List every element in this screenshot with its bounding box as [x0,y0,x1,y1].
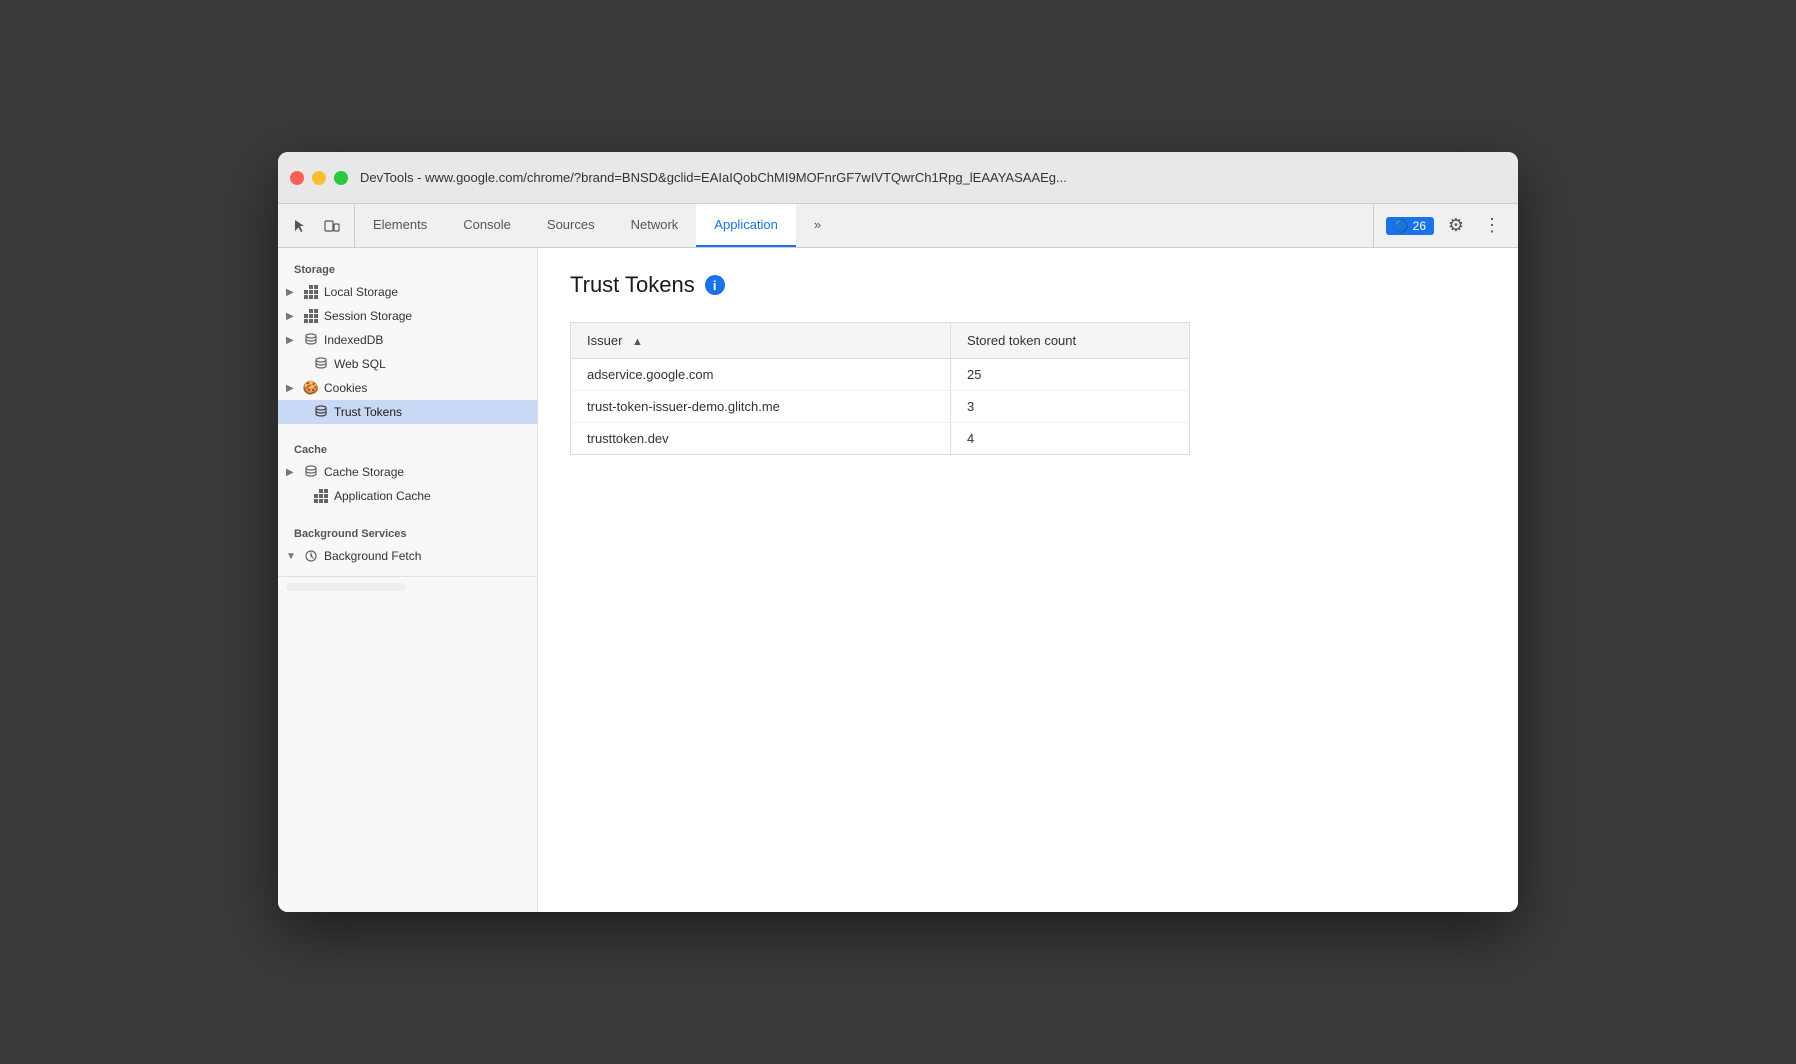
count-cell: 4 [951,423,1190,455]
table-row: adservice.google.com 25 [571,359,1190,391]
session-storage-label: Session Storage [324,309,412,323]
issuer-cell: trusttoken.dev [571,423,951,455]
application-cache-icon [314,489,328,503]
toolbar-right: 🔵 26 ⚙ ⋮ [1373,204,1518,247]
cache-storage-icon [304,465,318,479]
minimize-button[interactable] [312,171,326,185]
local-storage-label: Local Storage [324,285,398,299]
cookies-label: Cookies [324,381,367,395]
cursor-icon[interactable] [286,212,314,240]
sidebar-item-cache-storage[interactable]: ▶ Cache Storage [278,460,537,484]
devtools-window: DevTools - www.google.com/chrome/?brand=… [278,152,1518,912]
background-fetch-label: Background Fetch [324,549,421,563]
sidebar-item-background-fetch[interactable]: ▼ Background Fetch [278,544,537,568]
cookies-icon: 🍪 [304,381,318,395]
sidebar: Storage ▶ Local Storage ▶ Session Storag… [278,248,538,912]
web-sql-icon [314,357,328,371]
settings-icon[interactable]: ⚙ [1442,212,1470,240]
sidebar-item-local-storage[interactable]: ▶ Local Storage [278,280,537,304]
tab-console[interactable]: Console [445,204,529,247]
indexeddb-icon [304,333,318,347]
expand-arrow-icon: ▶ [286,311,298,322]
count-cell: 25 [951,359,1190,391]
toolbar-icons [278,204,355,247]
sidebar-item-session-storage[interactable]: ▶ Session Storage [278,304,537,328]
close-button[interactable] [290,171,304,185]
sidebar-item-trust-tokens[interactable]: Trust Tokens [278,400,537,424]
sort-arrow-icon: ▲ [632,336,643,348]
count-cell: 3 [951,391,1190,423]
main-content: Storage ▶ Local Storage ▶ Session Storag… [278,248,1518,912]
trust-tokens-icon [314,405,328,419]
device-toggle-icon[interactable] [318,212,346,240]
sidebar-item-indexeddb[interactable]: ▶ IndexedDB [278,328,537,352]
issuer-cell: trust-token-issuer-demo.glitch.me [571,391,951,423]
table-row: trusttoken.dev 4 [571,423,1190,455]
col-header-issuer[interactable]: Issuer ▲ [571,323,951,359]
tab-application[interactable]: Application [696,204,796,247]
expand-arrow-icon: ▶ [286,383,298,394]
tab-more[interactable]: » [796,204,839,247]
local-storage-icon [304,285,318,299]
background-fetch-icon [304,549,318,563]
traffic-lights [290,171,348,185]
tab-network[interactable]: Network [613,204,697,247]
trust-tokens-label: Trust Tokens [334,405,402,419]
indexeddb-label: IndexedDB [324,333,383,347]
badge-icon: 🔵 [1394,219,1409,233]
badge-count: 26 [1413,219,1426,233]
bg-services-section-header: Background Services [278,520,537,544]
sidebar-scrollbar[interactable] [286,583,406,591]
title-bar: DevTools - www.google.com/chrome/?brand=… [278,152,1518,204]
expand-arrow-icon: ▶ [286,335,298,346]
page-title-row: Trust Tokens i [570,272,1486,298]
info-icon[interactable]: i [705,275,725,295]
tab-sources[interactable]: Sources [529,204,613,247]
cache-storage-label: Cache Storage [324,465,404,479]
main-panel: Trust Tokens i Issuer ▲ Stored token cou… [538,248,1518,912]
col-header-count[interactable]: Stored token count [951,323,1190,359]
tab-elements[interactable]: Elements [355,204,445,247]
expand-arrow-icon: ▶ [286,287,298,298]
web-sql-label: Web SQL [334,357,386,371]
session-storage-icon [304,309,318,323]
sidebar-item-cookies[interactable]: ▶ 🍪 Cookies [278,376,537,400]
sidebar-item-application-cache[interactable]: Application Cache [278,484,537,508]
maximize-button[interactable] [334,171,348,185]
storage-section-header: Storage [278,256,537,280]
page-title: Trust Tokens [570,272,695,298]
window-title: DevTools - www.google.com/chrome/?brand=… [360,170,1506,185]
more-options-icon[interactable]: ⋮ [1478,212,1506,240]
issues-badge[interactable]: 🔵 26 [1386,217,1434,235]
tabs: Elements Console Sources Network Applica… [355,204,1373,247]
cache-section-header: Cache [278,436,537,460]
expand-arrow-open-icon: ▼ [286,551,298,562]
table-row: trust-token-issuer-demo.glitch.me 3 [571,391,1190,423]
expand-arrow-icon: ▶ [286,467,298,478]
trust-tokens-table: Issuer ▲ Stored token count adservice.go… [570,322,1190,455]
sidebar-item-web-sql[interactable]: Web SQL [278,352,537,376]
application-cache-label: Application Cache [334,489,431,503]
devtools-toolbar: Elements Console Sources Network Applica… [278,204,1518,248]
issuer-cell: adservice.google.com [571,359,951,391]
